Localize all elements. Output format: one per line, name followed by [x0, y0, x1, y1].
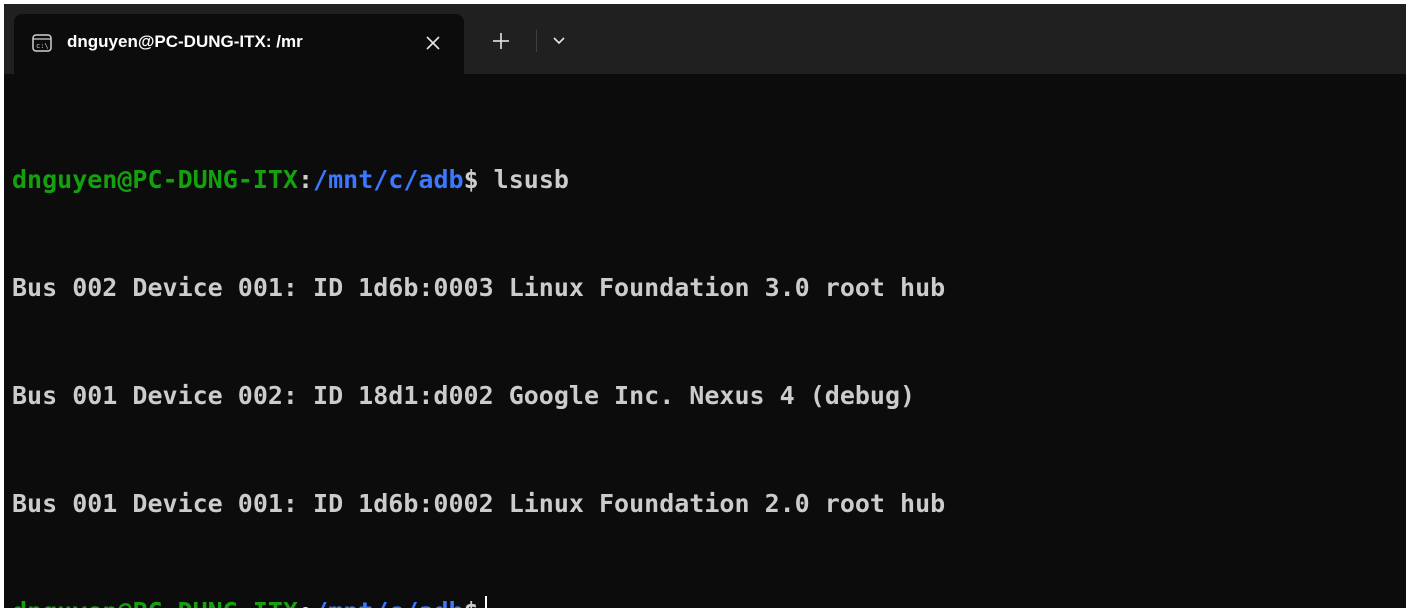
prompt-symbol: $ [464, 597, 479, 608]
title-bar: c:\ dnguyen@PC-DUNG-ITX: /mr [4, 4, 1406, 74]
output-line: Bus 002 Device 001: ID 1d6b:0003 Linux F… [12, 273, 946, 302]
tab-title: dnguyen@PC-DUNG-ITX: /mr [67, 32, 303, 51]
plus-icon[interactable] [486, 26, 516, 56]
terminal-icon: c:\ [32, 34, 52, 52]
output-line: Bus 001 Device 002: ID 18d1:d002 Google … [12, 381, 916, 410]
prompt-colon: : [297, 165, 314, 194]
chevron-down-icon[interactable] [546, 28, 572, 54]
close-icon[interactable] [418, 28, 448, 58]
tab-terminal[interactable]: c:\ dnguyen@PC-DUNG-ITX: /mr [14, 14, 464, 74]
prompt-user: dnguyen@PC-DUNG-ITX [12, 597, 298, 608]
svg-text:c:\: c:\ [36, 42, 49, 50]
prompt-line: dnguyen@PC-DUNG-ITX:/mnt/c/adb$ lsusb [12, 162, 1406, 198]
prompt-user: dnguyen@PC-DUNG-ITX [12, 165, 298, 194]
prompt-path: /mnt/c/adb [313, 597, 464, 608]
tab-divider [536, 30, 537, 52]
terminal-window: c:\ dnguyen@PC-DUNG-ITX: /mr dnguyen@PC-… [4, 4, 1406, 608]
text-cursor [484, 596, 487, 608]
prompt-colon: : [298, 597, 313, 608]
prompt-symbol: $ [463, 165, 479, 194]
prompt-path: /mnt/c/adb [313, 165, 464, 194]
prompt-line: dnguyen@PC-DUNG-ITX:/mnt/c/adb$ [12, 594, 1406, 608]
output-line: Bus 001 Device 001: ID 1d6b:0002 Linux F… [12, 489, 946, 518]
terminal-output[interactable]: dnguyen@PC-DUNG-ITX:/mnt/c/adb$ lsusb Bu… [12, 90, 1406, 608]
command-text: lsusb [478, 165, 569, 194]
